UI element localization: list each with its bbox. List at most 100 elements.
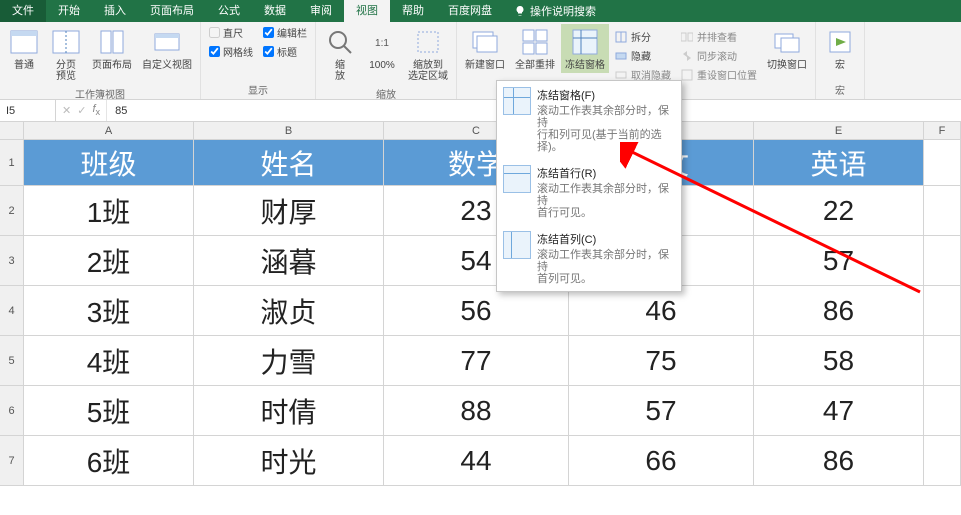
group-workbook-views: 普通 分页 预览 页面布局 自定义视图 工作簿视图	[0, 22, 201, 99]
cell[interactable]: 4班	[24, 336, 194, 385]
cell[interactable]: 47	[754, 386, 924, 435]
col-header-E[interactable]: E	[754, 122, 924, 139]
cell[interactable]	[924, 140, 961, 185]
tab-review[interactable]: 审阅	[298, 0, 344, 22]
zoom-button[interactable]: 缩 放	[320, 24, 360, 84]
zoom-100-button[interactable]: 1:1 100%	[362, 24, 402, 73]
gridlines-checkbox[interactable]: 网格线	[205, 43, 257, 60]
cell[interactable]	[924, 236, 961, 285]
cell[interactable]: 77	[384, 336, 569, 385]
select-all-corner[interactable]	[0, 122, 24, 139]
custom-views-label: 自定义视图	[142, 60, 192, 71]
row-header[interactable]: 2	[0, 186, 24, 235]
freeze-panes-button[interactable]: 冻结窗格	[561, 24, 609, 73]
cell[interactable]: 66	[569, 436, 754, 485]
cell[interactable]	[924, 386, 961, 435]
cell[interactable]: 5班	[24, 386, 194, 435]
cell[interactable]: 1班	[24, 186, 194, 235]
split-button[interactable]: 拆分	[611, 28, 675, 45]
tab-page-layout[interactable]: 页面布局	[138, 0, 206, 22]
cancel-icon[interactable]: ✕	[62, 104, 71, 117]
worksheet: A B C D E F 1 班级 姓名 数学 语文 英语 21班财厚238522…	[0, 122, 961, 486]
cell[interactable]	[924, 336, 961, 385]
name-box[interactable]: I5	[0, 100, 56, 121]
tell-me-search[interactable]: 操作说明搜索	[514, 3, 596, 19]
ruler-checkbox[interactable]: 直尺	[205, 24, 257, 41]
tab-view[interactable]: 视图	[344, 0, 390, 22]
table-row: 76班时光446686	[0, 436, 961, 486]
cell[interactable]: 6班	[24, 436, 194, 485]
header-cell[interactable]: 姓名	[194, 140, 384, 185]
cell[interactable]: 57	[754, 236, 924, 285]
split-label: 拆分	[631, 29, 651, 44]
custom-views-button[interactable]: 自定义视图	[138, 24, 196, 73]
cell[interactable]: 2班	[24, 236, 194, 285]
cell[interactable]: 58	[754, 336, 924, 385]
cell[interactable]	[924, 436, 961, 485]
hide-icon	[615, 50, 627, 62]
formula-input[interactable]: 85	[107, 105, 127, 117]
row-header[interactable]: 7	[0, 436, 24, 485]
resetpos-label: 重设窗口位置	[697, 67, 757, 82]
switch-window-button[interactable]: 切换窗口	[763, 24, 811, 73]
row-header[interactable]: 4	[0, 286, 24, 335]
cell[interactable]: 财厚	[194, 186, 384, 235]
cell[interactable]: 淑贞	[194, 286, 384, 335]
cell[interactable]: 57	[569, 386, 754, 435]
cell[interactable]: 22	[754, 186, 924, 235]
headings-checkbox[interactable]: 标题	[259, 43, 311, 60]
tab-data[interactable]: 数据	[252, 0, 298, 22]
cell[interactable]: 56	[384, 286, 569, 335]
freeze-panes-item[interactable]: 冻结窗格(F) 滚动工作表其余部分时，保持 行和列可见(基于当前的选择)。	[497, 81, 681, 159]
side-by-side-button: 并排查看	[677, 28, 761, 45]
tab-help[interactable]: 帮助	[390, 0, 436, 22]
tab-insert[interactable]: 插入	[92, 0, 138, 22]
cell[interactable]: 3班	[24, 286, 194, 335]
new-window-button[interactable]: 新建窗口	[461, 24, 509, 73]
cell[interactable]: 88	[384, 386, 569, 435]
group-zoom-label: 缩放	[320, 84, 452, 103]
cell[interactable]: 86	[754, 436, 924, 485]
unhide-icon	[615, 69, 627, 81]
switch-window-label: 切换窗口	[767, 60, 807, 71]
header-cell[interactable]: 英语	[754, 140, 924, 185]
zoom-selection-button[interactable]: 缩放到 选定区域	[404, 24, 452, 84]
row-header-1[interactable]: 1	[0, 140, 24, 185]
page-layout-button[interactable]: 页面布局	[88, 24, 136, 73]
tab-baidu[interactable]: 百度网盘	[436, 0, 504, 22]
cell[interactable]: 时倩	[194, 386, 384, 435]
arrange-all-button[interactable]: 全部重排	[511, 24, 559, 73]
cell[interactable]: 86	[754, 286, 924, 335]
tab-formula[interactable]: 公式	[206, 0, 252, 22]
row-header[interactable]: 3	[0, 236, 24, 285]
new-window-label: 新建窗口	[465, 60, 505, 71]
custom-views-icon	[151, 26, 183, 58]
cell[interactable]: 44	[384, 436, 569, 485]
freeze-panes-item-icon	[503, 87, 531, 115]
pagebreak-preview-button[interactable]: 分页 预览	[46, 24, 86, 84]
cell[interactable]: 46	[569, 286, 754, 335]
confirm-icon[interactable]: ✓	[77, 104, 86, 117]
row-header[interactable]: 5	[0, 336, 24, 385]
fx-icon[interactable]: fx	[92, 103, 100, 117]
cell[interactable]	[924, 186, 961, 235]
col-header-A[interactable]: A	[24, 122, 194, 139]
header-cell[interactable]: 班级	[24, 140, 194, 185]
formulabar-checkbox[interactable]: 编辑栏	[259, 24, 311, 41]
normal-view-button[interactable]: 普通	[4, 24, 44, 73]
macro-button[interactable]: 宏	[820, 24, 860, 73]
cell[interactable]: 力雪	[194, 336, 384, 385]
group-macro: 宏 宏	[816, 22, 865, 99]
cell[interactable]: 涵暮	[194, 236, 384, 285]
freeze-top-row-item[interactable]: 冻结首行(R) 滚动工作表其余部分时，保持 首行可见。	[497, 159, 681, 225]
tab-file[interactable]: 文件	[0, 0, 46, 22]
cell[interactable]	[924, 286, 961, 335]
freeze-first-col-item[interactable]: 冻结首列(C) 滚动工作表其余部分时，保持 首列可见。	[497, 225, 681, 291]
hide-button[interactable]: 隐藏	[611, 47, 675, 64]
cell[interactable]: 时光	[194, 436, 384, 485]
row-header[interactable]: 6	[0, 386, 24, 435]
col-header-B[interactable]: B	[194, 122, 384, 139]
col-header-F[interactable]: F	[924, 122, 961, 139]
tab-home[interactable]: 开始	[46, 0, 92, 22]
cell[interactable]: 75	[569, 336, 754, 385]
